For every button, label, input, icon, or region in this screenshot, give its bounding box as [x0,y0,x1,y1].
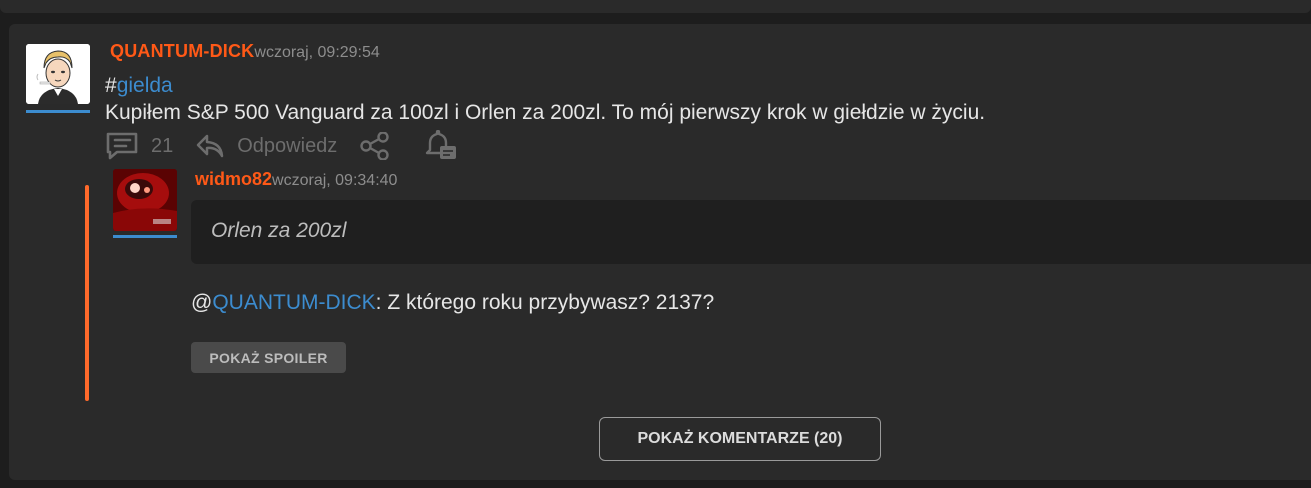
post-actions: 21 Odpowiedz [105,130,457,162]
reply-thread-line [85,185,89,401]
reply-avatar-image [113,169,177,231]
hash-symbol: # [105,74,117,97]
notify-button[interactable] [423,130,457,162]
avatar-image [26,44,90,104]
reply-label: Odpowiedz [237,134,338,157]
post-body: Kupiłem S&P 500 Vanguard za 100zl i Orle… [105,101,986,124]
post-timestamp[interactable]: wczoraj, 09:29:54 [254,44,379,61]
reply-arrow-icon [195,133,225,159]
reply-button[interactable]: Odpowiedz [195,133,337,159]
reply-body: @QUANTUM-DICK: Z którego roku przybywasz… [191,291,714,315]
reply-body-text: : Z którego roku przybywasz? 2137? [375,291,715,314]
reply-author-line: widmo82wczoraj, 09:34:40 [195,169,397,190]
post-tag-line: #gielda [105,74,173,98]
comments-action[interactable]: 21 [105,132,173,160]
mention-link[interactable]: QUANTUM-DICK [212,291,375,314]
reply-author-name[interactable]: widmo82 [195,169,272,189]
reply-avatar-underline [113,235,177,238]
bell-icon [423,130,457,162]
tag-link[interactable]: gielda [117,74,173,97]
post-card: QUANTUM-DICKwczoraj, 09:29:54 #gielda Ku… [9,24,1311,480]
share-icon [359,132,391,160]
show-comments-button[interactable]: POKAŻ KOMENTARZE (20) [599,417,881,461]
comment-count: 21 [151,134,174,157]
previous-card-bottom [0,0,1311,13]
share-button[interactable] [359,132,391,160]
comment-lines-icon [105,132,139,160]
show-spoiler-button[interactable]: POKAŻ SPOILER [191,342,346,373]
reply-quote: Orlen za 200zl [191,200,1311,264]
post-avatar[interactable] [26,44,90,114]
post-author-name[interactable]: QUANTUM-DICK [110,41,254,61]
avatar-underline [26,110,90,113]
reply-timestamp[interactable]: wczoraj, 09:34:40 [272,172,397,189]
mention-prefix: @ [191,291,213,314]
post-author-line: QUANTUM-DICKwczoraj, 09:29:54 [110,41,380,62]
reply-avatar[interactable] [113,169,177,239]
